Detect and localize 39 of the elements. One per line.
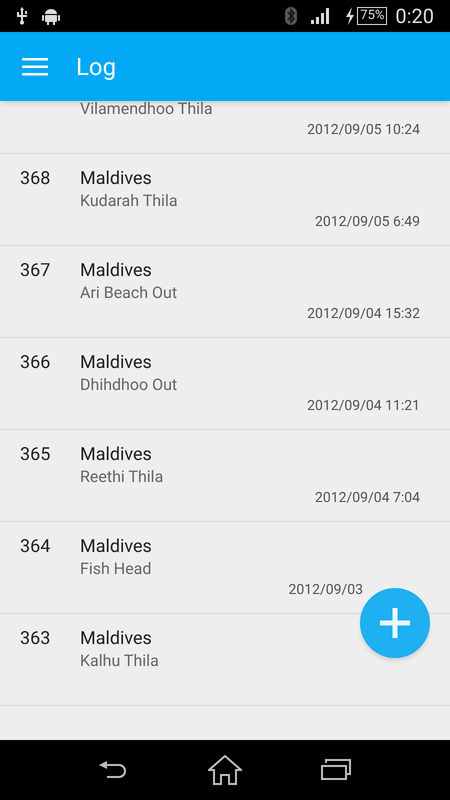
usb-icon bbox=[16, 7, 28, 25]
battery-indicator: 75% bbox=[357, 7, 388, 25]
signal-icon bbox=[311, 8, 332, 24]
country-label: Maldives bbox=[80, 166, 152, 190]
country-label: Maldives bbox=[80, 442, 152, 466]
dive-site-label: Fish Head bbox=[80, 558, 152, 580]
app-title: Log bbox=[76, 52, 116, 82]
date-label: 2012/09/03 bbox=[288, 580, 363, 600]
log-number: 367 bbox=[20, 258, 50, 282]
dive-site-label: Dhihdhoo Out bbox=[80, 374, 178, 396]
country-label: Maldives bbox=[80, 258, 152, 282]
log-number: 368 bbox=[20, 166, 50, 190]
log-number: 364 bbox=[20, 534, 50, 558]
dive-site-label: Reethi Thila bbox=[80, 466, 164, 488]
date-label: 2012/09/05 10:24 bbox=[307, 120, 420, 140]
country-label: Maldives bbox=[80, 626, 152, 650]
home-button[interactable] bbox=[208, 755, 242, 785]
date-label: 2012/09/05 6:49 bbox=[315, 212, 420, 232]
menu-icon bbox=[22, 58, 48, 76]
date-label: 2012/09/04 11:21 bbox=[307, 396, 420, 416]
clock: 0:20 bbox=[395, 3, 434, 30]
date-label: 2012/09/04 15:32 bbox=[307, 304, 420, 324]
date-label: 2012/09/04 7:04 bbox=[315, 488, 420, 508]
plus-icon bbox=[380, 608, 410, 638]
log-number: 363 bbox=[20, 626, 50, 650]
home-icon bbox=[208, 755, 242, 785]
dive-site-label: Ari Beach Out bbox=[80, 282, 178, 304]
country-label: Maldives bbox=[80, 350, 152, 374]
android-icon bbox=[42, 7, 60, 25]
bluetooth-icon bbox=[285, 7, 298, 25]
log-number: 366 bbox=[20, 350, 50, 374]
country-label: Maldives bbox=[80, 534, 152, 558]
charging-icon bbox=[345, 7, 356, 25]
dive-site-label: Kalhu Thila bbox=[80, 650, 159, 672]
recent-apps-button[interactable] bbox=[320, 759, 351, 781]
log-number: 365 bbox=[20, 442, 50, 466]
dive-site-label: Vilamendhoo Thila bbox=[80, 101, 213, 120]
dive-site-label: Kudarah Thila bbox=[80, 190, 178, 212]
recent-apps-icon bbox=[320, 759, 351, 781]
